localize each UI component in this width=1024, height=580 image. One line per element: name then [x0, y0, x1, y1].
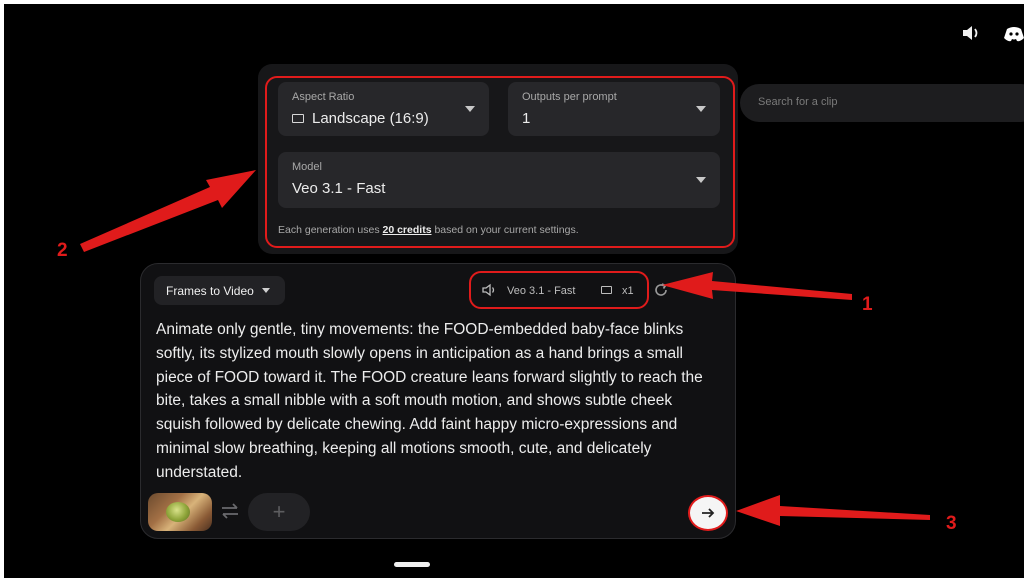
- annotation-arrow-3: [736, 495, 930, 526]
- annotation-arrows: [80, 170, 930, 526]
- annotation-marker-2: 2: [57, 240, 68, 261]
- annotation-marker-3: 3: [946, 513, 957, 534]
- annotation-arrow-1: [662, 272, 852, 300]
- annotation-arrow-2: [80, 170, 256, 252]
- annotation-marker-1: 1: [862, 294, 873, 315]
